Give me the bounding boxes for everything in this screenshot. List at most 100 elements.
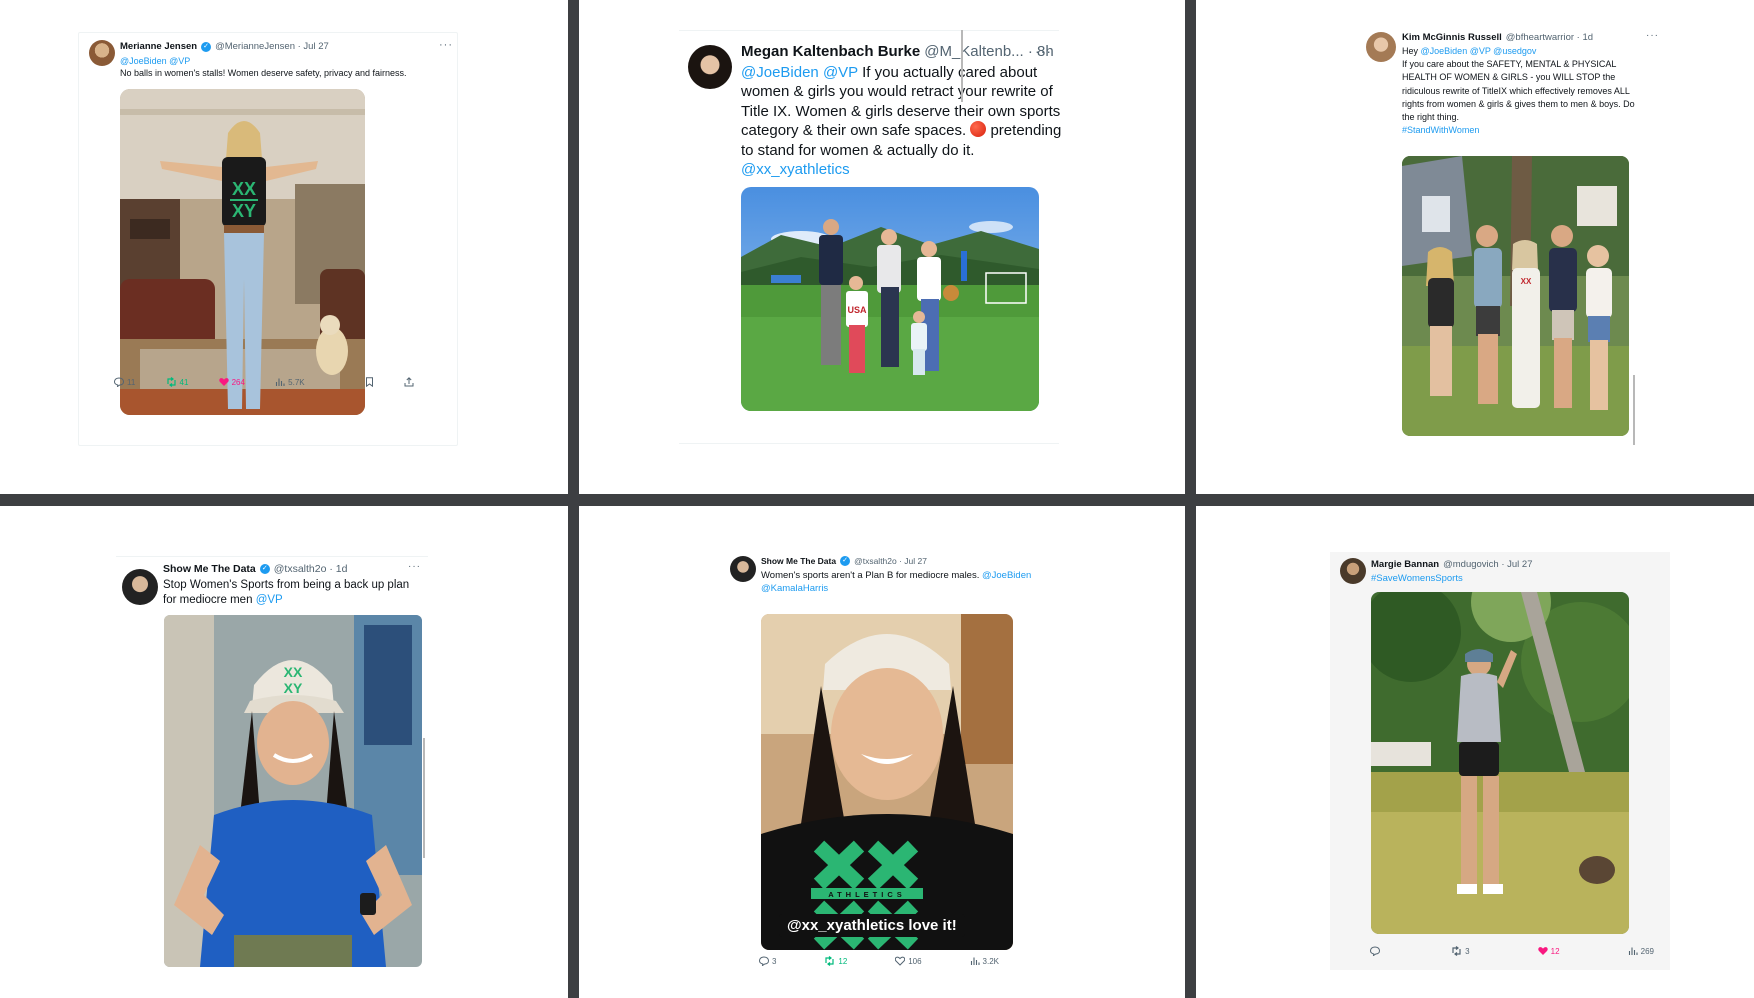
photo-woman-blue-shirt-cap: XX XY — [164, 615, 422, 967]
tweet-text: @JoeBiden @VP If you actually cared abou… — [741, 63, 1071, 179]
views-chart-icon — [276, 378, 285, 386]
verified-badge-icon: ✓ — [840, 556, 851, 566]
reply-button[interactable] — [1370, 946, 1383, 956]
retweet-icon — [1452, 946, 1461, 956]
more-options-icon[interactable]: ··· — [1035, 43, 1052, 59]
tweet-video[interactable]: ATHLETICS @xx_xyathletics love it! — [761, 614, 1013, 950]
collage-panel-1: Merianne Jensen ✓ @MerianneJensen · Jul … — [0, 0, 568, 494]
display-name[interactable]: Merianne Jensen — [120, 41, 197, 52]
tweet-photo[interactable]: XX XY — [164, 615, 422, 967]
display-name[interactable]: Margie Bannan — [1371, 559, 1439, 570]
reply-icon — [759, 956, 769, 966]
avatar[interactable] — [89, 40, 115, 66]
tweet-card[interactable]: Kim McGinnis Russell @bfheartwarrior · 1… — [1366, 26, 1706, 446]
shirt-logo-top: XX — [232, 179, 256, 199]
tweet-photo[interactable]: XX — [1402, 156, 1629, 436]
retweet-button[interactable]: 12 — [824, 956, 847, 966]
reply-count: 3 — [772, 956, 777, 966]
tweet-card[interactable]: Margie Bannan @mdugovich · Jul 27 #SaveW… — [1330, 552, 1670, 970]
mention-links[interactable]: @JoeBiden @VP — [120, 55, 450, 67]
display-name[interactable]: Kim McGinnis Russell — [1402, 32, 1502, 43]
shirt-logo-bottom: XY — [232, 201, 256, 221]
tweet-actions: 11 41 264 5.7K — [114, 377, 414, 387]
tweet-card[interactable]: Merianne Jensen ✓ @MerianneJensen · Jul … — [78, 32, 458, 446]
mention-links[interactable]: @JoeBiden @VP — [741, 64, 858, 81]
avatar[interactable] — [122, 569, 158, 605]
heart-filled-icon — [218, 378, 229, 386]
reply-icon — [114, 377, 124, 387]
more-options-icon[interactable]: ··· — [439, 39, 453, 51]
tweet-header: Kim McGinnis Russell @bfheartwarrior · 1… — [1402, 32, 1593, 43]
verified-badge-icon: ✓ — [201, 41, 212, 52]
tweet-photo[interactable]: USA — [741, 187, 1039, 411]
red-circle-emoji — [970, 121, 987, 138]
avatar[interactable] — [730, 556, 756, 582]
account-link[interactable]: @xx_xyathletics — [741, 160, 1071, 179]
tweet-header: Margie Bannan @mdugovich · Jul 27 — [1371, 559, 1533, 570]
tweet-body-text: No balls in women's stalls! Women deserv… — [120, 68, 407, 79]
scrollbar[interactable] — [961, 30, 963, 102]
like-button[interactable]: 106 — [895, 956, 922, 966]
reply-count: 11 — [127, 377, 136, 387]
retweet-button[interactable]: 41 — [166, 377, 189, 387]
svg-text:XY: XY — [284, 680, 303, 696]
bookmark-icon — [365, 377, 373, 387]
view-count: 3.2K — [982, 956, 999, 966]
avatar[interactable] — [1366, 32, 1396, 62]
retweet-count: 12 — [838, 956, 848, 966]
display-name[interactable]: Show Me The Data — [163, 563, 256, 575]
share-button[interactable] — [404, 377, 414, 387]
view-count: 269 — [1640, 946, 1654, 956]
like-button[interactable]: 264 — [218, 377, 245, 387]
tweet-card[interactable]: Show Me The Data ✓ @txsalth2o · 1d ··· S… — [116, 556, 428, 977]
handle-and-time[interactable]: @mdugovich · Jul 27 — [1443, 559, 1532, 570]
avatar[interactable] — [688, 45, 732, 89]
like-button[interactable]: 12 — [1537, 946, 1560, 956]
view-count: 5.7K — [288, 377, 305, 387]
handle-and-time[interactable]: @txsalth2o · 1d — [274, 563, 348, 575]
retweet-button[interactable]: 3 — [1451, 946, 1470, 956]
handle-and-time[interactable]: @MerianneJensen · Jul 27 — [215, 41, 329, 52]
views-chart-icon — [1628, 947, 1638, 955]
display-name[interactable]: Megan Kaltenbach Burke — [741, 43, 920, 60]
video-caption: @xx_xyathletics love it! — [779, 914, 965, 937]
tweet-body-text: If you care about the SAFETY, MENTAL & P… — [1402, 59, 1635, 123]
scrollbar[interactable] — [1633, 375, 1635, 445]
more-options-icon[interactable]: ··· — [408, 561, 421, 572]
reply-button[interactable]: 11 — [114, 377, 135, 387]
tweet-header: Merianne Jensen ✓ @MerianneJensen · Jul … — [120, 41, 329, 52]
tweet-card[interactable]: Megan Kaltenbach Burke @M_Kaltenb... · 8… — [679, 30, 1061, 444]
views-button[interactable]: 269 — [1628, 946, 1654, 956]
display-name[interactable]: Show Me The Data — [761, 556, 836, 566]
photo-woman-yard-peace-sign — [1371, 592, 1629, 934]
retweet-count: 41 — [179, 377, 189, 387]
mention-links[interactable]: @JoeBiden @VP @usedgov — [1421, 46, 1537, 56]
reply-button[interactable]: 3 — [759, 956, 776, 966]
tweet-photo[interactable] — [1371, 592, 1629, 934]
photo-woman-living-room: XX XY — [120, 89, 365, 415]
bookmark-button[interactable] — [365, 377, 374, 387]
greeting-text: Hey — [1402, 46, 1419, 56]
tweet-body-text: Stop Women's Sports from being a back up… — [163, 579, 410, 606]
collage-panel-3: Kim McGinnis Russell @bfheartwarrior · 1… — [1196, 0, 1754, 494]
tweet-text: Women's sports aren't a Plan B for medio… — [761, 569, 1033, 595]
handle-and-time[interactable]: @txsalth2o · Jul 27 — [854, 556, 927, 566]
tweet-text: Stop Women's Sports from being a back up… — [163, 578, 425, 608]
hashtag-link[interactable]: #SaveWomensSports — [1371, 573, 1661, 586]
views-button[interactable]: 3.2K — [970, 956, 999, 966]
mention-link[interactable]: @VP — [256, 594, 283, 606]
scrollbar[interactable] — [423, 738, 425, 858]
tweet-photo[interactable]: XX XY — [120, 89, 365, 415]
retweet-icon — [166, 377, 176, 387]
avatar[interactable] — [1340, 558, 1366, 584]
hashtag-link[interactable]: #StandWithWomen — [1402, 124, 1636, 137]
shirt-logo-word: ATHLETICS — [828, 890, 906, 899]
photo-group-outdoors: XX — [1402, 156, 1629, 436]
more-options-icon[interactable]: ··· — [1646, 30, 1659, 41]
tweet-card[interactable]: Show Me The Data ✓ @txsalth2o · Jul 27 W… — [727, 552, 1037, 972]
tweet-actions: 3 12 269 — [1370, 946, 1654, 956]
photo-family-soccer-field: USA — [741, 187, 1039, 411]
views-button[interactable]: 5.7K — [275, 377, 305, 387]
handle-and-time[interactable]: @bfheartwarrior · 1d — [1506, 32, 1593, 43]
tweet-header: Megan Kaltenbach Burke @M_Kaltenb... · 8… — [741, 43, 1054, 60]
